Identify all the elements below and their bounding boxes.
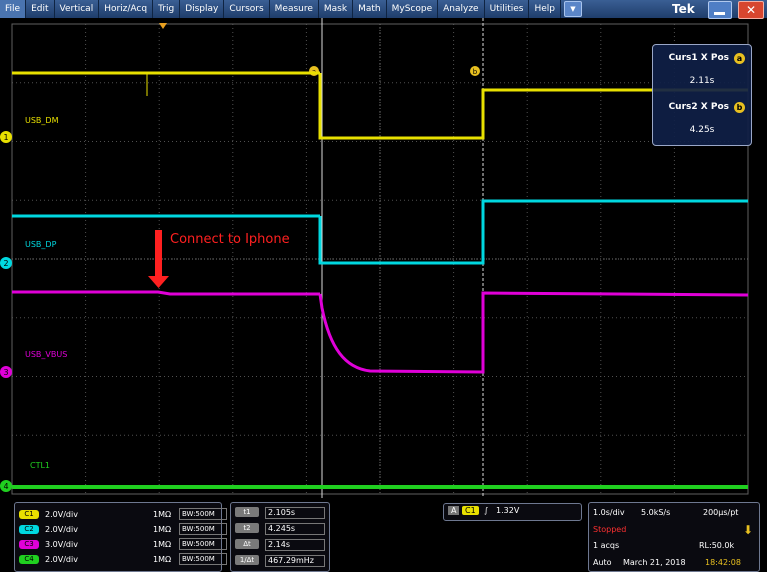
ch2-marker[interactable]: 2 (0, 257, 12, 269)
acq-time: 18:42:08 (705, 558, 741, 567)
channel-row-c3[interactable]: C3 3.0V/div 1MΩ BW:500M (19, 538, 227, 550)
acq-state: Stopped (593, 525, 627, 534)
channel-settings-box[interactable]: C1 2.0V/div 1MΩ BW:500M C2 2.0V/div 1MΩ BW:500M… (14, 502, 227, 572)
menu-item-utilities[interactable]: Utilities (485, 0, 530, 18)
channel-scale: 2.0V/div (45, 509, 78, 519)
channel-badge: C3 (19, 539, 39, 549)
trigger-box[interactable]: A C1 ∫ 1.32V (443, 503, 582, 521)
record-length: RL:50.0k (699, 541, 735, 550)
cursor-time-label: 1/Δt (235, 555, 259, 565)
menu-item-analyze[interactable]: Analyze (438, 0, 485, 18)
menu-bar: File Edit Vertical Horiz/Acq Trig Display Curs… (0, 0, 767, 18)
minimize-button[interactable] (708, 1, 732, 19)
acq-date: March 21, 2018 (623, 558, 686, 567)
ch2-name-label: USB_DP (25, 240, 57, 249)
channel-scale: 2.0V/div (45, 554, 78, 564)
curs2-label: Curs2 X Pos (668, 102, 729, 112)
curs1-value: 2.11s (689, 76, 715, 86)
minimize-icon (714, 12, 725, 15)
channel-impedance: 1MΩ (153, 509, 172, 519)
cursor-time-label: Δt (235, 539, 259, 549)
menu-item-horiz-acq[interactable]: Horiz/Acq (99, 0, 154, 18)
menu-item-measure[interactable]: Measure (270, 0, 319, 18)
trigger-mode: A (448, 506, 460, 515)
cursor-time-value: 4.245s (265, 523, 325, 535)
channel-badge: C2 (19, 524, 39, 534)
cursor-time-value: 2.14s (265, 539, 325, 551)
menu-item-edit[interactable]: Edit (26, 0, 55, 18)
svg-text:4: 4 (3, 482, 8, 491)
menu-item-mask[interactable]: Mask (319, 0, 354, 18)
curs1-label: Curs1 X Pos (668, 53, 729, 63)
menu-item-cursors[interactable]: Cursors (224, 0, 270, 18)
graticule-grid (11, 23, 749, 495)
ch1-marker[interactable]: 1 (0, 131, 12, 143)
acq-mode: Auto (593, 558, 612, 567)
trigger-source: C1 (462, 506, 479, 515)
curs2-value: 4.25s (689, 125, 715, 135)
channel-row-c1[interactable]: C1 2.0V/div 1MΩ BW:500M (19, 508, 227, 520)
ch1-name-label: USB_DM (25, 116, 59, 125)
cursor-time-box[interactable]: t1 2.105s t2 4.245s Δt 2.14s 1/Δt 467.29mHz (230, 502, 330, 572)
curs1-badge: a (734, 53, 745, 64)
status-panel: C1 2.0V/div 1MΩ BW:500M C2 2.0V/div 1MΩ BW:500M… (0, 498, 767, 572)
cursor-time-value: 467.29mHz (265, 555, 325, 567)
sample-rate: 5.0kS/s (641, 508, 671, 517)
menu-item-display[interactable]: Display (180, 0, 225, 18)
cursor-time-label: t2 (235, 523, 259, 533)
curs2-badge: b (734, 102, 745, 113)
cursor-time-value: 2.105s (265, 507, 325, 519)
channel-scale: 2.0V/div (45, 524, 78, 534)
channel-bandwidth: BW:500M (179, 508, 227, 520)
svg-text:3: 3 (3, 368, 8, 377)
channel-bandwidth: BW:500M (179, 538, 227, 550)
cursor-time-label: t1 (235, 507, 259, 517)
channel-scale: 3.0V/div (45, 539, 78, 549)
menu-item-file[interactable]: File (0, 0, 27, 18)
trigger-position-marker[interactable] (159, 23, 167, 29)
menu-item-vertical[interactable]: Vertical (55, 0, 100, 18)
channel-row-c2[interactable]: C2 2.0V/div 1MΩ BW:500M (19, 523, 227, 535)
channel-badge: C1 (19, 509, 39, 519)
resolution: 200µs/pt (703, 508, 739, 517)
trigger-slope-icon: ∫ (484, 506, 489, 515)
trigger-level: 1.32V (496, 506, 520, 515)
svg-text:1: 1 (3, 133, 8, 142)
channel-row-c4[interactable]: C4 2.0V/div 1MΩ BW:500M (19, 553, 227, 565)
acquisition-box[interactable]: 1.0s/div 5.0kS/s 200µs/pt Stopped ⬇ 1 ac… (588, 502, 760, 572)
close-button[interactable]: ✕ (738, 1, 764, 19)
menu-item-trig[interactable]: Trig (153, 0, 181, 18)
ch4-marker[interactable]: 4 (0, 480, 12, 492)
cursor-b-marker-label: b (473, 68, 478, 76)
dropdown-arrow-button[interactable]: ▼ (564, 1, 582, 17)
run-indicator-icon: ⬇ (743, 523, 754, 537)
svg-text:2: 2 (3, 259, 8, 268)
menu-item-math[interactable]: Math (353, 0, 387, 18)
ch4-name-label: CTL1 (30, 461, 51, 470)
channel-bandwidth: BW:500M (179, 553, 227, 565)
channel-bandwidth: BW:500M (179, 523, 227, 535)
channel-impedance: 1MΩ (153, 524, 172, 534)
menu-item-help[interactable]: Help (529, 0, 561, 18)
ch3-name-label: USB_VBUS (25, 350, 68, 359)
channel-impedance: 1MΩ (153, 539, 172, 549)
acq-count: 1 acqs (593, 541, 620, 550)
ch3-marker[interactable]: 3 (0, 366, 12, 378)
timebase: 1.0s/div (593, 508, 625, 517)
channel-badge: C4 (19, 554, 39, 564)
menu-item-myscope[interactable]: MyScope (387, 0, 439, 18)
cursor-readout-panel[interactable]: Curs1 X Pos a 2.11s Curs2 X Pos b 4.25s (652, 44, 752, 146)
annotation-text: Connect to Iphone (170, 232, 290, 247)
channel-impedance: 1MΩ (153, 554, 172, 564)
brand-logo: Tek (672, 2, 695, 16)
